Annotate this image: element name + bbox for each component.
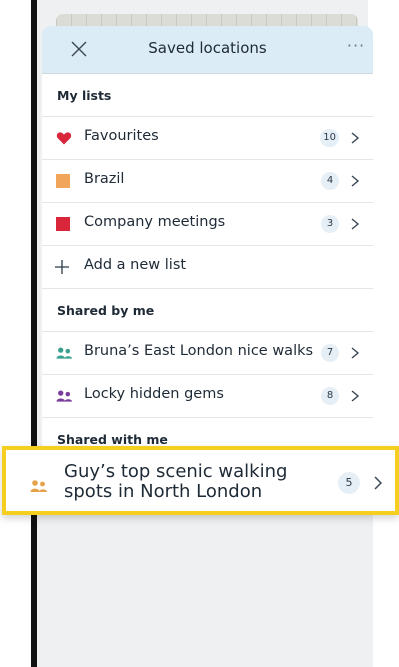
- sheet-header: Saved locations ···: [42, 26, 373, 74]
- chevron-right-icon: [349, 216, 361, 232]
- chevron-right-icon: [372, 474, 384, 492]
- people-icon: [56, 388, 73, 404]
- chevron-right-icon: [349, 345, 361, 361]
- count-badge: 10: [320, 129, 339, 147]
- count-badge: 7: [321, 344, 339, 362]
- section-header-my-lists: My lists: [42, 74, 373, 117]
- people-icon: [56, 345, 73, 361]
- people-icon: [29, 478, 49, 492]
- square-icon: [56, 217, 70, 231]
- page-title: Saved locations: [148, 39, 267, 57]
- list-item-locky-hidden-gems[interactable]: Locky hidden gems 8: [42, 375, 373, 418]
- count-badge: 3: [321, 215, 339, 233]
- count-badge: 4: [321, 172, 339, 190]
- list-item-label: Company meetings: [84, 214, 226, 230]
- list-item-guys-walking-spots[interactable]: Guy’s top scenic walking spots in North …: [2, 446, 399, 515]
- chevron-right-icon: [349, 388, 361, 404]
- more-options-icon[interactable]: ···: [339, 36, 373, 60]
- chevron-right-icon: [349, 173, 361, 189]
- chevron-right-icon: [349, 130, 361, 146]
- list-item-favourites[interactable]: Favourites 10: [42, 117, 373, 160]
- lists-container: My lists Favourites 10 Brazil 4 Company …: [42, 74, 373, 460]
- list-item-company-meetings[interactable]: Company meetings 3: [42, 203, 373, 246]
- saved-locations-sheet: Saved locations ··· My lists Favourites …: [42, 26, 373, 667]
- square-icon: [56, 174, 70, 188]
- add-list-label: Add a new list: [84, 257, 187, 273]
- section-header-shared-by-me: Shared by me: [42, 289, 373, 332]
- list-item-label: Guy’s top scenic walking spots in North …: [64, 461, 288, 502]
- list-item-label: Locky hidden gems: [84, 386, 224, 402]
- add-new-list-button[interactable]: Add a new list: [42, 246, 373, 289]
- list-item-brazil[interactable]: Brazil 4: [42, 160, 373, 203]
- list-item-label: Bruna’s East London nice walks: [84, 343, 314, 359]
- heart-icon: [56, 130, 72, 146]
- count-badge: 5: [338, 472, 360, 494]
- list-item-label: Favourites: [84, 128, 159, 144]
- list-item-brunas-walks[interactable]: Bruna’s East London nice walks 7: [42, 332, 373, 375]
- list-item-label: Brazil: [84, 171, 125, 187]
- count-badge: 8: [321, 387, 339, 405]
- plus-icon: [54, 259, 70, 275]
